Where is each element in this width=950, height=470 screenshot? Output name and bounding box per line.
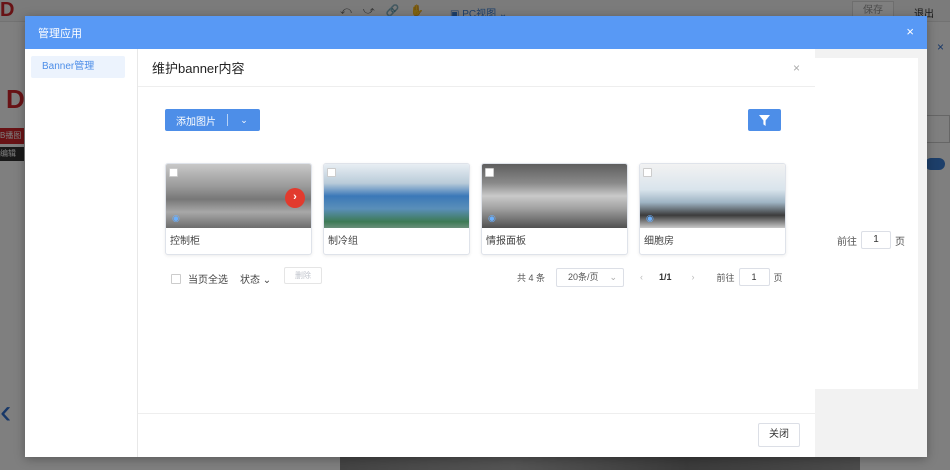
card-checkbox[interactable] [485, 168, 494, 177]
status-dropdown[interactable]: 状态 ⌄ [240, 271, 271, 286]
page-size-select[interactable]: 20条/页 ⌄ [556, 267, 624, 287]
dialog-header: 管理应用 × [25, 16, 927, 49]
card-checkbox[interactable] [327, 168, 336, 177]
pagination: 共 4 条 20条/页 ⌄ ‹ 1/1 › 前往 1 页 [517, 267, 783, 287]
card-name: 控制柜 [170, 236, 200, 247]
banner-dialog: 维护banner内容 × 添加图片 ⌄ ◉ › 控制柜 制冷组 ◉ 情报面板 ◉… [138, 49, 815, 457]
select-all-label: 当页全选 [188, 275, 228, 286]
add-image-button[interactable]: 添加图片 ⌄ [165, 109, 260, 131]
select-all-checkbox[interactable] [171, 273, 181, 284]
image-card[interactable]: ◉ 情报面板 [481, 163, 628, 255]
sidebar-item-banner[interactable]: Banner管理 [31, 56, 125, 78]
banner-dialog-footer: 关闭 [138, 413, 815, 457]
toolbar: 添加图片 ⌄ [165, 109, 781, 131]
banner-dialog-header: 维护banner内容 × [138, 49, 815, 87]
card-checkbox[interactable] [643, 168, 652, 177]
close-button[interactable]: 关闭 [758, 423, 800, 447]
goto-label: 前往 [837, 236, 857, 248]
sidebar: Banner管理 [25, 49, 138, 457]
image-card[interactable]: ◉ › 控制柜 [165, 163, 312, 255]
close-icon[interactable]: × [906, 25, 914, 39]
filter-button[interactable] [748, 109, 781, 131]
right-panel-content: 前往 1 页 [815, 58, 918, 389]
list-footer: 当页全选 状态 ⌄ 删除 共 4 条 20条/页 ⌄ ‹ 1/1 › 前往 1 … [171, 267, 791, 287]
card-name: 制冷组 [328, 236, 358, 247]
delete-button[interactable]: 删除 [284, 267, 322, 284]
chevron-down-icon[interactable]: ⌄ [228, 115, 260, 126]
chevron-right-icon[interactable]: › [285, 188, 305, 208]
eye-icon[interactable]: ◉ [646, 213, 654, 224]
eye-icon[interactable]: ◉ [488, 213, 496, 224]
image-card-list: ◉ › 控制柜 制冷组 ◉ 情报面板 ◉ 细胞房 [165, 163, 790, 257]
eye-icon[interactable]: ◉ [172, 213, 180, 224]
select-all[interactable]: 当页全选 [171, 271, 228, 286]
goto-page-input[interactable]: 1 [861, 231, 891, 249]
card-name: 情报面板 [486, 236, 526, 247]
filter-icon [759, 114, 770, 126]
card-checkbox[interactable] [169, 168, 178, 177]
goto-label: 前往 [716, 272, 735, 283]
card-image: ◉ [640, 164, 785, 228]
chevron-down-icon: ⌄ [609, 271, 617, 282]
page-size-value: 20条/页 [568, 271, 599, 282]
page-unit-label: 页 [895, 236, 905, 248]
goto-page-input[interactable]: 1 [738, 268, 770, 286]
dialog-body: Banner管理 前往 1 页 维护banner内容 × 添加图片 ⌄ ◉ › … [25, 49, 927, 457]
right-panel: 前往 1 页 [815, 49, 927, 457]
banner-dialog-title: 维护banner内容 [152, 61, 245, 76]
status-label: 状态 [240, 275, 260, 286]
right-pager: 前往 1 页 [837, 231, 905, 249]
page-unit-label: 页 [773, 272, 783, 283]
add-image-label: 添加图片 [176, 116, 216, 128]
image-card[interactable]: 制冷组 [323, 163, 470, 255]
chevron-down-icon: ⌄ [262, 275, 272, 286]
card-image [324, 164, 469, 228]
prev-page-icon[interactable]: ‹ [640, 272, 643, 282]
card-name: 细胞房 [644, 236, 674, 247]
dialog-title: 管理应用 [38, 27, 82, 40]
next-page-icon[interactable]: › [692, 272, 695, 282]
total-count: 共 4 条 [517, 272, 546, 283]
card-image: ◉ › [166, 164, 311, 228]
close-icon[interactable]: × [793, 61, 800, 75]
image-card[interactable]: ◉ 细胞房 [639, 163, 786, 255]
manage-app-dialog: 管理应用 × Banner管理 前往 1 页 维护banner内容 × 添加图片… [25, 16, 927, 457]
current-page: 1/1 [659, 272, 672, 282]
card-image: ◉ [482, 164, 627, 228]
